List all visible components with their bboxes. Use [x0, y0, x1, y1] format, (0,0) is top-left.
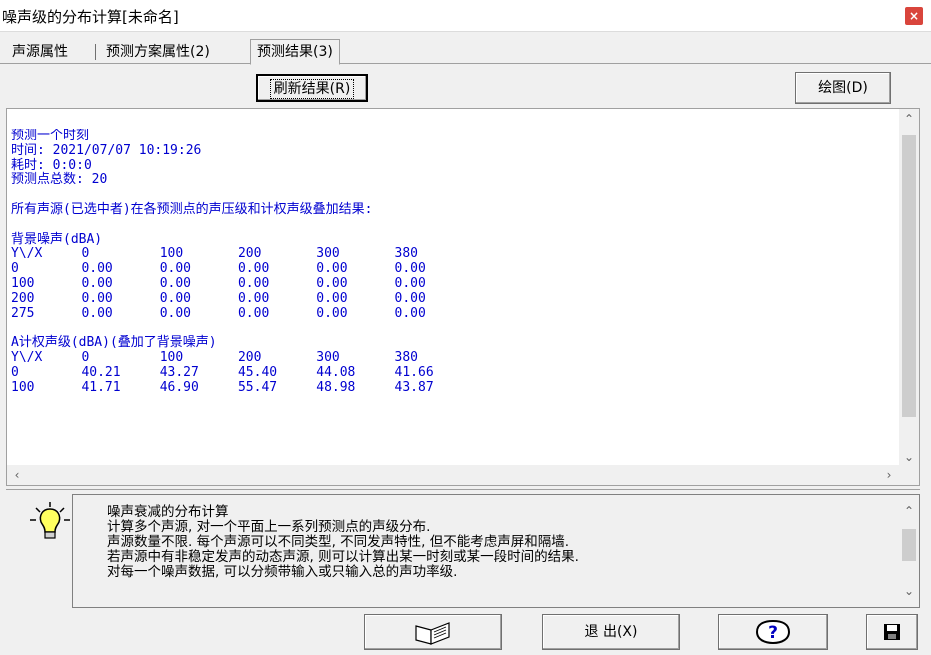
result-line: 200 0.00 0.00 0.00 0.00 0.00	[11, 290, 426, 306]
title-bar: 噪声级的分布计算[未命名] ×	[0, 0, 931, 32]
help-line: 计算多个声源, 对一个平面上一系列预测点的声级分布.	[107, 519, 431, 535]
result-line: Y\/X 0 100 200 300 380	[11, 349, 418, 365]
save-icon	[884, 624, 900, 640]
help-line: 声源数量不限. 每个声源可以不同类型, 不同发声特性, 但不能考虑声屏和隔墙.	[107, 534, 570, 550]
help-vertical-scrollbar[interactable]: ⌃ ⌄	[899, 495, 919, 607]
results-textbox[interactable]: 预测一个时刻 时间: 2021/07/07 10:19:26 耗时: 0:0:0 预测…	[6, 108, 920, 486]
scroll-left-icon[interactable]: ‹	[7, 465, 27, 485]
result-line	[11, 188, 895, 203]
scroll-down-icon[interactable]: ⌄	[899, 581, 919, 601]
refresh-label: 刷新结果(R)	[269, 79, 355, 99]
result-line: 预测点总数: 20	[11, 172, 108, 188]
close-button[interactable]: ×	[905, 7, 923, 25]
scroll-thumb[interactable]	[902, 135, 916, 417]
panel-divider	[6, 489, 920, 490]
help-panel: 噪声衰减的分布计算 计算多个声源, 对一个平面上一系列预测点的声级分布. 声源数量不…	[6, 494, 920, 608]
lightbulb-icon	[30, 502, 70, 539]
help-button[interactable]: ?	[718, 614, 828, 650]
help-text: 噪声衰减的分布计算 计算多个声源, 对一个平面上一系列预测点的声级分布. 声源数量不…	[107, 505, 579, 580]
scroll-up-icon[interactable]: ⌃	[899, 501, 919, 521]
scroll-right-icon[interactable]: ›	[879, 465, 899, 485]
tab-bar: 声源属性 预测方案属性(2) 预测结果(3)	[0, 39, 931, 65]
exit-button[interactable]: 退 出(X)	[542, 614, 680, 650]
results-horizontal-scrollbar[interactable]: ‹ ›	[7, 465, 919, 485]
tab-source-properties[interactable]: 声源属性	[6, 40, 74, 64]
result-line: 100 0.00 0.00 0.00 0.00 0.00	[11, 275, 426, 291]
result-line: 所有声源(已选中者)在各预测点的声压级和计权声级叠加结果:	[11, 201, 373, 217]
scroll-thumb[interactable]	[902, 529, 916, 561]
result-line: 100 41.71 46.90 55.47 48.98 43.87	[11, 379, 434, 395]
result-line: 背景噪声(dBA)	[11, 231, 103, 247]
result-line: 0 0.00 0.00 0.00 0.00 0.00	[11, 261, 426, 277]
result-line: A计权声级(dBA)(叠加了背景噪声)	[11, 335, 217, 351]
help-line: 对每一个噪声数据, 可以分频带输入或只输入总的声功率级.	[107, 564, 458, 580]
result-line	[11, 321, 895, 336]
help-icon: ?	[755, 619, 791, 645]
result-line	[11, 218, 895, 233]
results-text: 预测一个时刻 时间: 2021/07/07 10:19:26 耗时: 0:0:0 预测…	[11, 129, 895, 459]
tab-prediction-results[interactable]: 预测结果(3)	[250, 39, 340, 65]
refresh-results-button[interactable]: 刷新结果(R)	[256, 74, 368, 102]
result-line: Y\/X 0 100 200 300 380	[11, 246, 418, 262]
help-line: 若声源中有非稳定发声的动态声源, 则可以计算出某一时刻或某一段时间的结果.	[107, 549, 579, 565]
draw-button[interactable]: 绘图(D)	[795, 72, 891, 104]
window-title: 噪声级的分布计算[未命名]	[2, 8, 179, 26]
tab-scheme-properties[interactable]: 预测方案属性(2)	[100, 40, 216, 64]
result-line: 预测一个时刻	[11, 129, 90, 143]
help-textbox[interactable]: 噪声衰减的分布计算 计算多个声源, 对一个平面上一系列预测点的声级分布. 声源数量不…	[72, 494, 920, 608]
scroll-up-icon[interactable]: ⌃	[899, 109, 919, 129]
book-icon	[415, 622, 450, 645]
help-line: 噪声衰减的分布计算	[107, 504, 229, 520]
book-button[interactable]	[364, 614, 502, 650]
results-vertical-scrollbar[interactable]: ⌃ ⌄	[899, 109, 919, 467]
result-line: 275 0.00 0.00 0.00 0.00 0.00	[11, 305, 426, 321]
result-line: 0 40.21 43.27 45.40 44.08 41.66	[11, 364, 434, 380]
tab-separator	[95, 44, 96, 60]
scroll-down-icon[interactable]: ⌄	[899, 447, 919, 467]
result-line: 时间: 2021/07/07 10:19:26	[11, 142, 202, 158]
close-icon: ×	[908, 9, 920, 23]
save-button[interactable]	[866, 614, 918, 650]
help-symbol: ?	[768, 623, 778, 643]
result-line: 耗时: 0:0:0	[11, 157, 92, 173]
